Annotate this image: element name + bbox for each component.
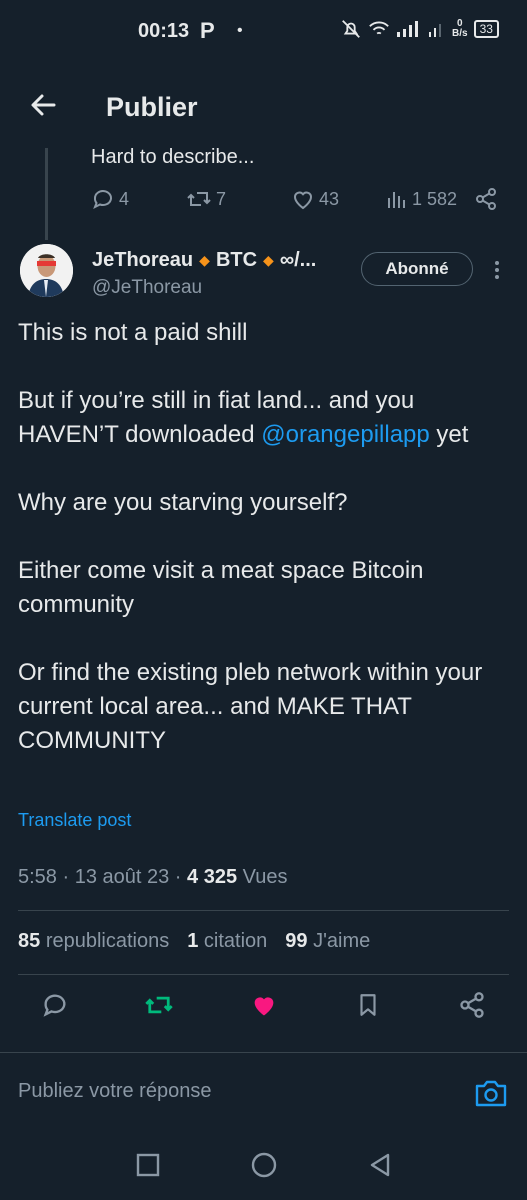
like-action[interactable]: 43 xyxy=(291,187,386,211)
mention-link[interactable]: @orangepillapp xyxy=(261,421,429,448)
translate-post-link[interactable]: Translate post xyxy=(18,810,131,831)
thread-line xyxy=(45,148,48,240)
like-count: 43 xyxy=(319,188,340,209)
views-action[interactable]: 1 582 xyxy=(386,188,474,210)
post-paragraph: Why are you starving yourself? xyxy=(18,489,348,516)
share-button[interactable] xyxy=(457,990,487,1020)
reply-input[interactable]: Publiez votre réponse xyxy=(18,1080,211,1103)
battery-icon: 33 xyxy=(473,20,499,38)
repost-action[interactable]: 7 xyxy=(186,187,291,211)
net-speed: 0 B/s xyxy=(452,18,468,39)
post-action-bar xyxy=(18,990,509,1020)
author-handle[interactable]: @JeThoreau xyxy=(92,277,202,299)
divider xyxy=(18,910,509,911)
signal-icon xyxy=(397,21,418,37)
reply-action[interactable]: 4 xyxy=(91,187,186,211)
previous-post-actions: 4 7 43 1 582 xyxy=(91,187,501,211)
page-title: Publier xyxy=(106,92,198,122)
notification-dot: • xyxy=(237,22,243,39)
reposts-stat[interactable]: 85 republications xyxy=(18,930,169,953)
post-paragraph: But if you’re still in fiat land... and … xyxy=(18,387,469,448)
mute-bell-icon xyxy=(342,20,360,38)
author-extra: ∞/... xyxy=(279,249,317,271)
avatar-image xyxy=(20,244,73,297)
views-count: 1 582 xyxy=(412,188,458,209)
like-button[interactable] xyxy=(249,990,279,1020)
reply-icon xyxy=(43,994,66,1017)
back-icon[interactable] xyxy=(367,1152,393,1178)
post-time: 5:58 xyxy=(18,866,57,888)
reply-icon xyxy=(93,190,112,210)
reply-button[interactable] xyxy=(40,990,70,1020)
post-body: This is not a paid shill But if you’re s… xyxy=(18,316,508,792)
status-icons: 0 B/s 33 xyxy=(340,18,499,40)
engagement-stats: 85 republications 1 citation 99 J'aime xyxy=(18,930,370,953)
camera-icon[interactable] xyxy=(474,1078,508,1108)
repost-icon xyxy=(145,996,173,1014)
post-meta: 5:58 · 13 août 23 · 4 325 Vues xyxy=(18,866,288,888)
share-icon xyxy=(460,992,484,1018)
post-paragraph: This is not a paid shill xyxy=(18,319,248,346)
orange-diamond-icon: ◆ xyxy=(263,252,274,268)
home-icon[interactable] xyxy=(250,1151,278,1179)
bookmark-button[interactable] xyxy=(353,990,383,1020)
repost-button[interactable] xyxy=(144,990,174,1020)
post-paragraph: Either come visit a meat space Bitcoin c… xyxy=(18,557,424,618)
likes-stat[interactable]: 99 J'aime xyxy=(285,930,370,953)
status-time: 00:13 xyxy=(138,20,190,42)
post-date: 13 août 23 xyxy=(74,866,170,888)
divider xyxy=(0,1052,527,1053)
follow-button[interactable]: Abonné xyxy=(361,252,473,286)
system-nav-bar xyxy=(0,1130,527,1200)
repost-count: 7 xyxy=(216,188,227,209)
previous-post-text[interactable]: Hard to describe... xyxy=(91,146,254,169)
divider xyxy=(18,974,509,975)
avatar[interactable] xyxy=(20,244,73,297)
wifi-icon xyxy=(369,21,389,35)
arrow-left-icon[interactable] xyxy=(28,90,58,120)
orange-diamond-icon: ◆ xyxy=(199,252,210,268)
heart-filled-icon xyxy=(254,997,273,1016)
bookmark-icon xyxy=(360,994,376,1016)
views-icon xyxy=(388,192,405,208)
post-paragraph: Or find the existing pleb network within… xyxy=(18,659,483,754)
quotes-stat[interactable]: 1 citation xyxy=(187,930,267,953)
views-count: 4 325 xyxy=(187,866,238,888)
more-options-icon[interactable] xyxy=(490,258,504,282)
notification-app-icon: P xyxy=(200,18,215,43)
signal-2-icon xyxy=(429,24,441,37)
author-tag: BTC xyxy=(215,249,258,271)
author-name-row[interactable]: JeThoreau ◆ BTC ◆ ∞/... xyxy=(92,249,316,272)
recents-icon[interactable] xyxy=(135,1152,161,1178)
reply-count: 4 xyxy=(119,188,130,209)
share-icon[interactable] xyxy=(474,187,498,211)
author-name: JeThoreau xyxy=(92,249,194,271)
repost-icon xyxy=(187,192,211,206)
heart-icon xyxy=(293,191,313,210)
